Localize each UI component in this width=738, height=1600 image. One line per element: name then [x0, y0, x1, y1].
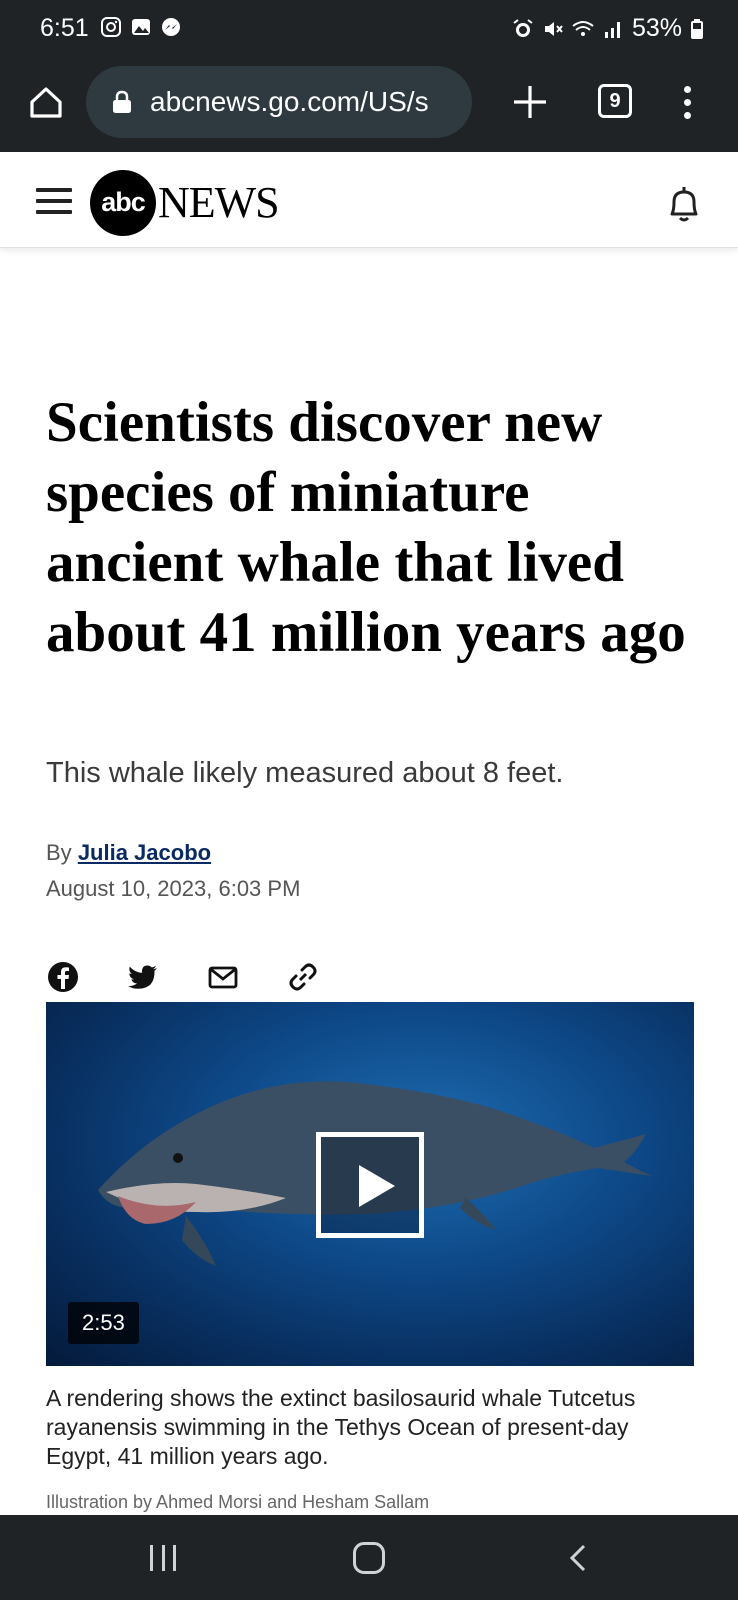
play-button[interactable] [316, 1132, 424, 1238]
battery-icon [691, 18, 703, 39]
facebook-icon[interactable] [46, 960, 80, 994]
home-icon[interactable] [26, 82, 66, 122]
alarm-icon [513, 18, 533, 37]
publish-date: August 10, 2023, 6:03 PM [46, 876, 301, 901]
system-icons: 53% [512, 14, 704, 43]
hamburger-menu-icon[interactable] [36, 188, 72, 216]
overflow-menu-icon[interactable] [672, 84, 702, 124]
byline-prefix: By [46, 840, 72, 865]
image-credit: Illustration by Ahmed Morsi and Hesham S… [46, 1492, 430, 1512]
home-nav-icon[interactable] [353, 1542, 385, 1574]
browser-toolbar: abcnews.go.com/US/s 9 [0, 58, 738, 152]
messenger-icon [162, 18, 180, 36]
news-wordmark[interactable]: NEWS [158, 177, 280, 228]
recents-icon[interactable] [150, 1545, 176, 1571]
notification-bell-icon[interactable] [664, 182, 704, 226]
system-nav-bar [0, 1515, 738, 1600]
status-time: 6:51 [40, 14, 89, 42]
byline: By Julia Jacobo [46, 840, 211, 866]
link-icon[interactable] [286, 960, 320, 994]
article-headline: Scientists discover new species of minia… [46, 391, 686, 664]
tab-switcher-button[interactable]: 9 [598, 84, 632, 118]
twitter-icon[interactable] [126, 960, 160, 994]
back-icon[interactable] [566, 1543, 592, 1573]
lock-icon [113, 90, 131, 113]
gallery-icon [132, 19, 150, 35]
site-header: abc NEWS [0, 152, 738, 248]
url-text[interactable]: abcnews.go.com/US/s [150, 86, 468, 118]
image-caption: A rendering shows the extinct basilosaur… [46, 1385, 636, 1469]
video-player[interactable]: 2:53 [46, 1002, 694, 1366]
abc-logo[interactable]: abc [90, 170, 156, 236]
new-tab-icon[interactable] [508, 80, 552, 124]
battery-percent: 53% [631, 14, 682, 42]
notification-icons [100, 16, 182, 38]
address-bar[interactable]: abcnews.go.com/US/s [86, 66, 472, 138]
signal-icon [604, 21, 620, 38]
instagram-icon [101, 17, 121, 37]
wifi-icon [572, 20, 594, 36]
email-icon[interactable] [206, 960, 240, 994]
video-duration: 2:53 [68, 1302, 139, 1344]
mute-icon [544, 21, 563, 36]
author-link[interactable]: Julia Jacobo [78, 840, 211, 865]
status-bar: 6:51 53% [0, 0, 738, 58]
article-dek: This whale likely measured about 8 feet. [46, 757, 564, 789]
